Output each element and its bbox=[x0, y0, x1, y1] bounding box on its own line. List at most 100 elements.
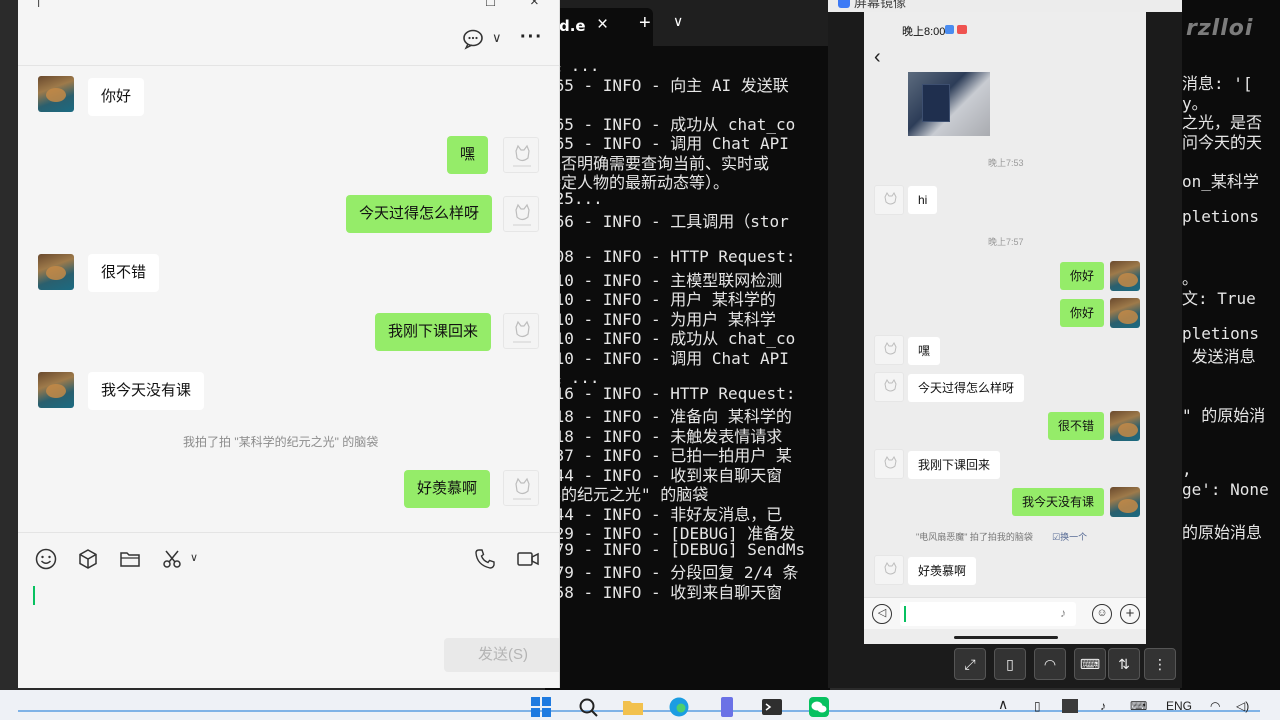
terminal-line: 779 - INFO - 分段回复 2/4 条 bbox=[545, 563, 799, 582]
contact-avatar[interactable] bbox=[874, 555, 904, 585]
self-avatar[interactable] bbox=[503, 313, 539, 349]
new-tab-icon[interactable]: + bbox=[639, 12, 651, 35]
self-avatar[interactable] bbox=[503, 137, 539, 173]
terminal-window[interactable]: d.e × + ∨ 课 ... 665 - INFO - 向主 AI 发送联 6… bbox=[545, 0, 830, 690]
phone-message-input[interactable]: ♪ bbox=[900, 602, 1076, 626]
headset-icon[interactable]: ◠ bbox=[1034, 648, 1066, 680]
nvidia-icon[interactable] bbox=[1062, 699, 1078, 713]
message-timestamp: 晚上7:53 bbox=[988, 158, 1024, 168]
message-bubble-sent: 嘿 bbox=[447, 136, 489, 174]
contact-avatar[interactable] bbox=[38, 372, 74, 408]
terminal-line: " 的原始消 bbox=[1182, 405, 1266, 425]
maximize-icon[interactable]: □ bbox=[486, 0, 495, 10]
back-icon[interactable]: ‹ bbox=[874, 46, 881, 69]
send-button[interactable]: 发送(S) bbox=[444, 638, 559, 672]
start-icon[interactable] bbox=[530, 696, 552, 718]
terminal-line: 716 - INFO - HTTP Request: bbox=[545, 383, 796, 403]
notification-icon bbox=[945, 25, 954, 34]
close-icon[interactable]: × bbox=[530, 0, 539, 10]
search-icon[interactable] bbox=[577, 696, 599, 718]
language-indicator[interactable]: ENG bbox=[1166, 699, 1192, 713]
message-bubble-received: 好羡慕啊 bbox=[908, 557, 977, 585]
file-explorer-icon[interactable] bbox=[622, 696, 644, 718]
wifi-icon[interactable]: ◠ bbox=[1210, 699, 1220, 713]
chat-window[interactable]: ⊤ □ × ∨ ··· 你好 嘿 今天过得怎么样呀 很不错 我刚下课回来 我今天… bbox=[18, 0, 560, 688]
emoji-icon[interactable] bbox=[34, 547, 58, 571]
terminal-line: 718 - INFO - 准备向 某科学的 bbox=[545, 407, 792, 426]
chevron-down-icon[interactable]: ∨ bbox=[673, 13, 683, 30]
contact-avatar[interactable] bbox=[874, 449, 904, 479]
self-avatar[interactable] bbox=[503, 196, 539, 232]
terminal-line: 308 - INFO - HTTP Request: bbox=[545, 247, 796, 266]
microphone-icon[interactable]: ♪ bbox=[1100, 699, 1106, 713]
contact-avatar[interactable] bbox=[38, 254, 74, 290]
voice-icon[interactable]: ◁ bbox=[872, 604, 892, 624]
self-avatar[interactable] bbox=[1110, 298, 1140, 328]
cat-icon bbox=[884, 192, 897, 205]
message-input[interactable] bbox=[33, 586, 35, 605]
volume-icon[interactable]: ◁) bbox=[1236, 699, 1249, 713]
plus-icon[interactable]: + bbox=[1120, 604, 1140, 624]
terminal-line: , bbox=[1182, 460, 1192, 479]
contact-avatar[interactable] bbox=[874, 185, 904, 215]
image-message[interactable] bbox=[908, 72, 990, 136]
more-options-icon[interactable]: ⋮ bbox=[1144, 648, 1176, 680]
keyboard-icon[interactable]: ⌨ bbox=[1130, 699, 1147, 713]
wechat-icon[interactable] bbox=[808, 696, 830, 718]
folder-icon[interactable] bbox=[118, 547, 142, 571]
terminal-line: on_某科学 bbox=[1182, 171, 1259, 191]
microphone-icon[interactable]: ♪ bbox=[1060, 606, 1066, 620]
terminal-line: 特定人物的最新动态等）。 bbox=[545, 173, 730, 192]
close-tab-icon[interactable]: × bbox=[597, 14, 608, 36]
message-bubble-received: 今天过得怎么样呀 bbox=[908, 374, 1025, 402]
contact-avatar[interactable] bbox=[874, 335, 904, 365]
more-options-icon[interactable]: ··· bbox=[520, 26, 543, 49]
chevron-up-icon[interactable]: ∧ bbox=[998, 696, 1008, 713]
transfer-icon[interactable]: ⇅ bbox=[1108, 648, 1140, 680]
terminal-icon[interactable] bbox=[761, 696, 783, 718]
chevron-down-icon[interactable]: ∨ bbox=[190, 551, 198, 564]
terminal-tab[interactable]: d.e × bbox=[545, 8, 653, 46]
message-bubble-received: hi bbox=[908, 186, 938, 214]
rotate-phone-icon[interactable]: ▯ bbox=[994, 648, 1026, 680]
phone-link-icon[interactable] bbox=[716, 696, 738, 718]
emoji-icon[interactable]: ☺ bbox=[1092, 604, 1112, 624]
notification-icon bbox=[957, 25, 967, 34]
cat-icon bbox=[513, 320, 531, 343]
keyboard-icon[interactable]: ⌨ bbox=[1074, 648, 1106, 680]
phone-call-icon[interactable] bbox=[473, 547, 497, 571]
contact-avatar[interactable] bbox=[874, 372, 904, 402]
pat-notification: 我拍了拍 "某科学的纪元之光" 的脑袋 bbox=[183, 435, 379, 449]
contact-avatar[interactable] bbox=[38, 76, 74, 112]
cat-icon bbox=[884, 342, 897, 355]
pin-icon[interactable]: ⊤ bbox=[32, 0, 45, 11]
fullscreen-icon[interactable]: ⤢ bbox=[954, 648, 986, 680]
terminal-line: 344 - INFO - 非好友消息，已 bbox=[545, 504, 783, 524]
usb-drive-icon[interactable]: ▯ bbox=[1034, 699, 1041, 713]
terminal-line: ge': None bbox=[1182, 479, 1269, 499]
edge-browser-icon[interactable] bbox=[668, 696, 690, 718]
self-avatar[interactable] bbox=[503, 470, 539, 506]
sticker-box-icon[interactable] bbox=[76, 547, 100, 571]
cat-icon bbox=[513, 144, 531, 167]
terminal-line: 310 - INFO - 成功从 chat_co bbox=[545, 329, 796, 348]
terminal-line: 310 - INFO - 用户 某科学的 bbox=[545, 290, 776, 309]
self-avatar[interactable] bbox=[1110, 411, 1140, 441]
video-call-icon[interactable] bbox=[516, 547, 540, 571]
text-cursor bbox=[904, 606, 906, 622]
change-pat-link[interactable]: ☑换一个 bbox=[1052, 530, 1087, 543]
phone-screen[interactable]: 晚上8:00 ‹ 晚上7:53 hi 晚上7:57 你好 你好 嘿 今天过得怎么… bbox=[864, 12, 1146, 644]
taskbar: ∧ ▯ ♪ ⌨ ENG ◠ ◁) bbox=[0, 690, 1280, 720]
self-avatar[interactable] bbox=[1110, 261, 1140, 291]
pat-notification: "电风扇恶魔" 拍了拍我的脑袋 bbox=[916, 532, 1033, 542]
terminal-window-right[interactable]: rzlloi 消息: '[ y。 之光，是否 问今天的天 on_某科学 plet… bbox=[1180, 0, 1280, 690]
message-bubble-sent: 我今天没有课 bbox=[1012, 488, 1105, 516]
app-icon bbox=[838, 0, 850, 8]
chat-bubble-icon[interactable] bbox=[462, 28, 484, 50]
chevron-down-icon[interactable]: ∨ bbox=[492, 30, 502, 46]
phone-mirror-window[interactable]: 屏幕镜像 晚上8:00 ‹ 晚上7:53 hi 晚上7:57 你好 你好 嘿 今… bbox=[828, 0, 1182, 688]
scissors-icon[interactable] bbox=[160, 547, 184, 571]
self-avatar[interactable] bbox=[1110, 487, 1140, 517]
message-bubble-received: 你好 bbox=[88, 78, 145, 116]
